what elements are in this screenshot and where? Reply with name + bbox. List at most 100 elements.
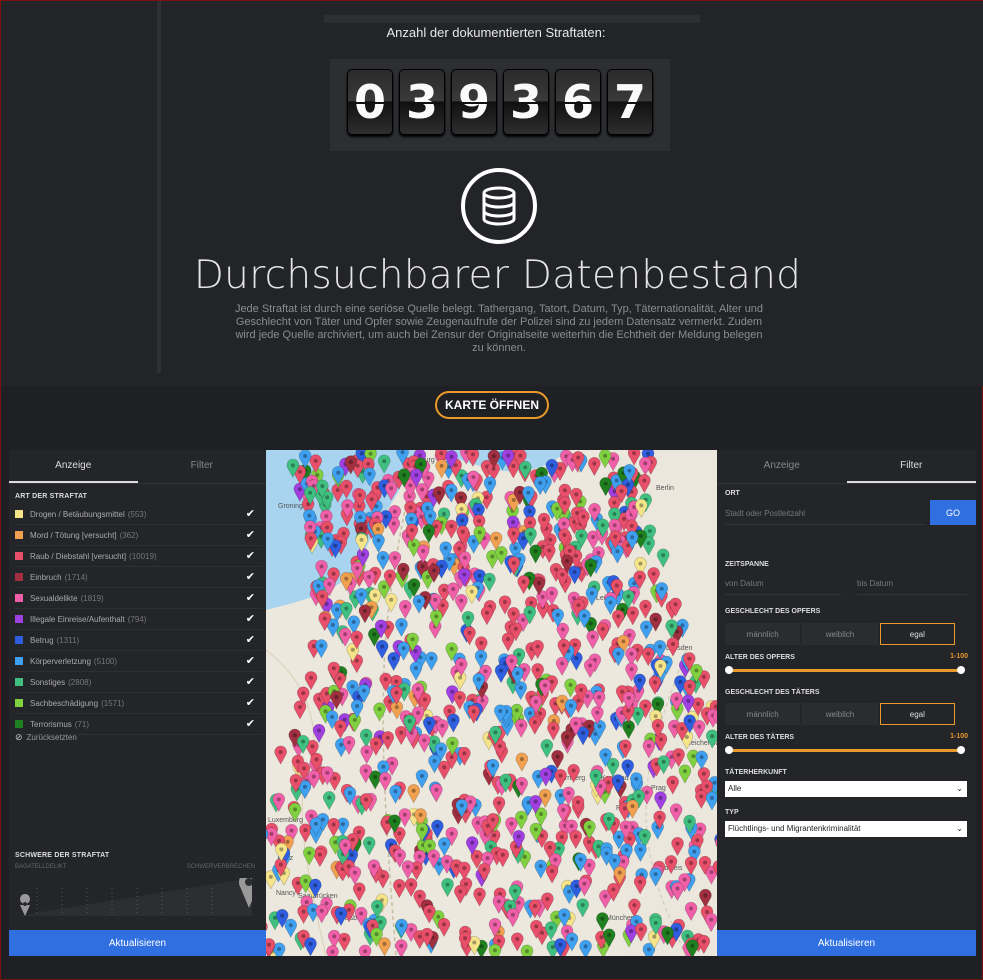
category-color-swatch [15,531,23,539]
victim-gender-any[interactable]: egal [879,623,955,645]
offender-age-slider[interactable] [725,746,965,754]
map-pin-icon[interactable] [520,944,534,956]
category-label: Körperverletzung [30,656,91,666]
right-panel: Anzeige Filter ORT Stadt oder Postleitza… [717,450,976,956]
severity-labels: BAGATELLDELIKT SCHWERVERBRECHEN [15,864,255,870]
tab-anzeige[interactable]: Anzeige [717,450,847,483]
category-count: (1714) [64,572,88,582]
tab-anzeige[interactable]: Anzeige [9,450,138,483]
category-color-swatch [15,657,23,665]
checkmark-icon[interactable]: ✔ [246,507,255,520]
map-view[interactable]: GroningenHamburgBerlinLeipzigDresdenPrag… [266,450,717,956]
type-select[interactable]: Flüchtlings- und Migrantenkriminalität ⌄ [725,821,967,837]
category-item[interactable]: Sachbeschädigung (1571) ✔ [15,693,263,714]
reset-button[interactable]: ⊘ Zurücksetzten [15,732,77,743]
category-count: (1819) [80,593,104,603]
counter-digit: 9 [451,69,497,135]
location-input[interactable]: Stadt oder Postleitzahl [725,504,925,525]
type-title: TYP [725,809,739,816]
category-color-swatch [15,699,23,707]
category-item[interactable]: Drogen / Betäubungsmittel (553) ✔ [15,504,263,525]
left-tabs: Anzeige Filter [9,450,266,484]
offender-gender-male[interactable]: männlich [725,703,801,725]
severity-title: SCHWERE DER STRAFTAT [15,852,110,859]
date-to-input[interactable]: bis Datum [857,574,967,595]
checkmark-icon[interactable]: ✔ [246,696,255,709]
location-title: ORT [725,490,740,497]
map-city-label: Nancy [276,890,296,897]
category-label: Raub / Diebstahl [versucht] [30,551,127,561]
checkmark-icon[interactable]: ✔ [246,591,255,604]
offender-gender-female[interactable]: weiblich [802,703,878,725]
category-color-swatch [15,552,23,560]
tab-filter[interactable]: Filter [138,450,267,483]
victim-gender-male[interactable]: männlich [725,623,801,645]
slider-min-handle[interactable] [725,666,733,674]
checkmark-icon[interactable]: ✔ [246,570,255,583]
category-label: Betrug [30,635,54,645]
victim-age-slider[interactable] [725,666,965,674]
map-pin-icon[interactable] [358,944,372,956]
map-city-label: Prag [651,785,666,792]
category-label: Drogen / Betäubungsmittel [30,509,125,519]
category-section-title: ART DER STRAFTAT [15,493,88,500]
checkmark-icon[interactable]: ✔ [246,633,255,646]
category-label: Mord / Tötung [versucht] [30,530,117,540]
category-item[interactable]: Einbruch (1714) ✔ [15,567,263,588]
date-from-input[interactable]: von Datum [725,574,841,595]
victim-gender-female[interactable]: weiblich [802,623,878,645]
reset-label: Zurücksetzten [26,733,77,742]
checkmark-icon[interactable]: ✔ [246,675,255,688]
category-count: (71) [74,719,90,729]
map-canvas[interactable]: GroningenHamburgBerlinLeipzigDresdenPrag… [266,450,717,956]
severity-min-pin-icon [20,894,31,916]
category-item[interactable]: Körperverletzung (5100) ✔ [15,651,263,672]
counter-digit: 6 [555,69,601,135]
checkmark-icon[interactable]: ✔ [246,528,255,541]
slider-min-handle[interactable] [725,746,733,754]
category-item[interactable]: Sexualdelikte (1819) ✔ [15,588,263,609]
open-map-button[interactable]: KARTE ÖFFNEN [435,391,549,419]
right-update-button[interactable]: Aktualisieren [717,930,976,956]
origin-select[interactable]: Alle ⌄ [725,781,967,797]
victim-gender-title: GESCHLECHT DES OPFERS [725,608,821,615]
category-label: Illegale Einreise/Aufenthalt [30,614,125,624]
chevron-down-icon: ⌄ [956,824,963,833]
category-color-swatch [15,636,23,644]
category-list: ART DER STRAFTAT Drogen / Betäubungsmitt… [15,490,263,735]
origin-select-value: Alle [728,784,742,793]
category-label: Sachbeschädigung [30,698,99,708]
checkmark-icon[interactable]: ✔ [246,717,255,730]
category-item[interactable]: Betrug (1311) ✔ [15,630,263,651]
flip-counter: 0 3 9 3 6 7 [330,59,670,151]
map-pin-icon[interactable] [488,943,502,956]
category-count: (1571) [101,698,125,708]
slider-max-handle[interactable] [957,746,965,754]
category-color-swatch [15,594,23,602]
right-tabs: Anzeige Filter [717,450,976,484]
category-item[interactable]: Illegale Einreise/Aufenthalt (794) ✔ [15,609,263,630]
severity-slider[interactable] [17,878,252,918]
counter-digit: 3 [503,69,549,135]
timespan-title: ZEITSPANNE [725,561,769,568]
category-count: (553) [127,509,147,519]
map-pin-icon[interactable] [326,945,339,956]
reset-icon: ⊘ [15,732,23,742]
category-item[interactable]: Mord / Tötung [versucht] (362) ✔ [15,525,263,546]
victim-age-value: 1-100 [950,653,968,660]
tab-filter[interactable]: Filter [846,450,976,483]
category-color-swatch [15,510,23,518]
checkmark-icon[interactable]: ✔ [246,612,255,625]
left-update-button[interactable]: Aktualisieren [9,930,266,956]
category-item[interactable]: Sonstiges (2808) ✔ [15,672,263,693]
severity-min-label: BAGATELLDELIKT [15,864,67,870]
go-button[interactable]: GO [930,500,976,525]
slider-max-handle[interactable] [957,666,965,674]
category-item[interactable]: Raub / Diebstahl [versucht] (10019) ✔ [15,546,263,567]
category-color-swatch [15,678,23,686]
checkmark-icon[interactable]: ✔ [246,549,255,562]
checkmark-icon[interactable]: ✔ [246,654,255,667]
category-count: (10019) [129,551,157,561]
offender-gender-any[interactable]: egal [879,703,955,725]
offender-age-title: ALTER DES TÄTERS [725,734,795,741]
